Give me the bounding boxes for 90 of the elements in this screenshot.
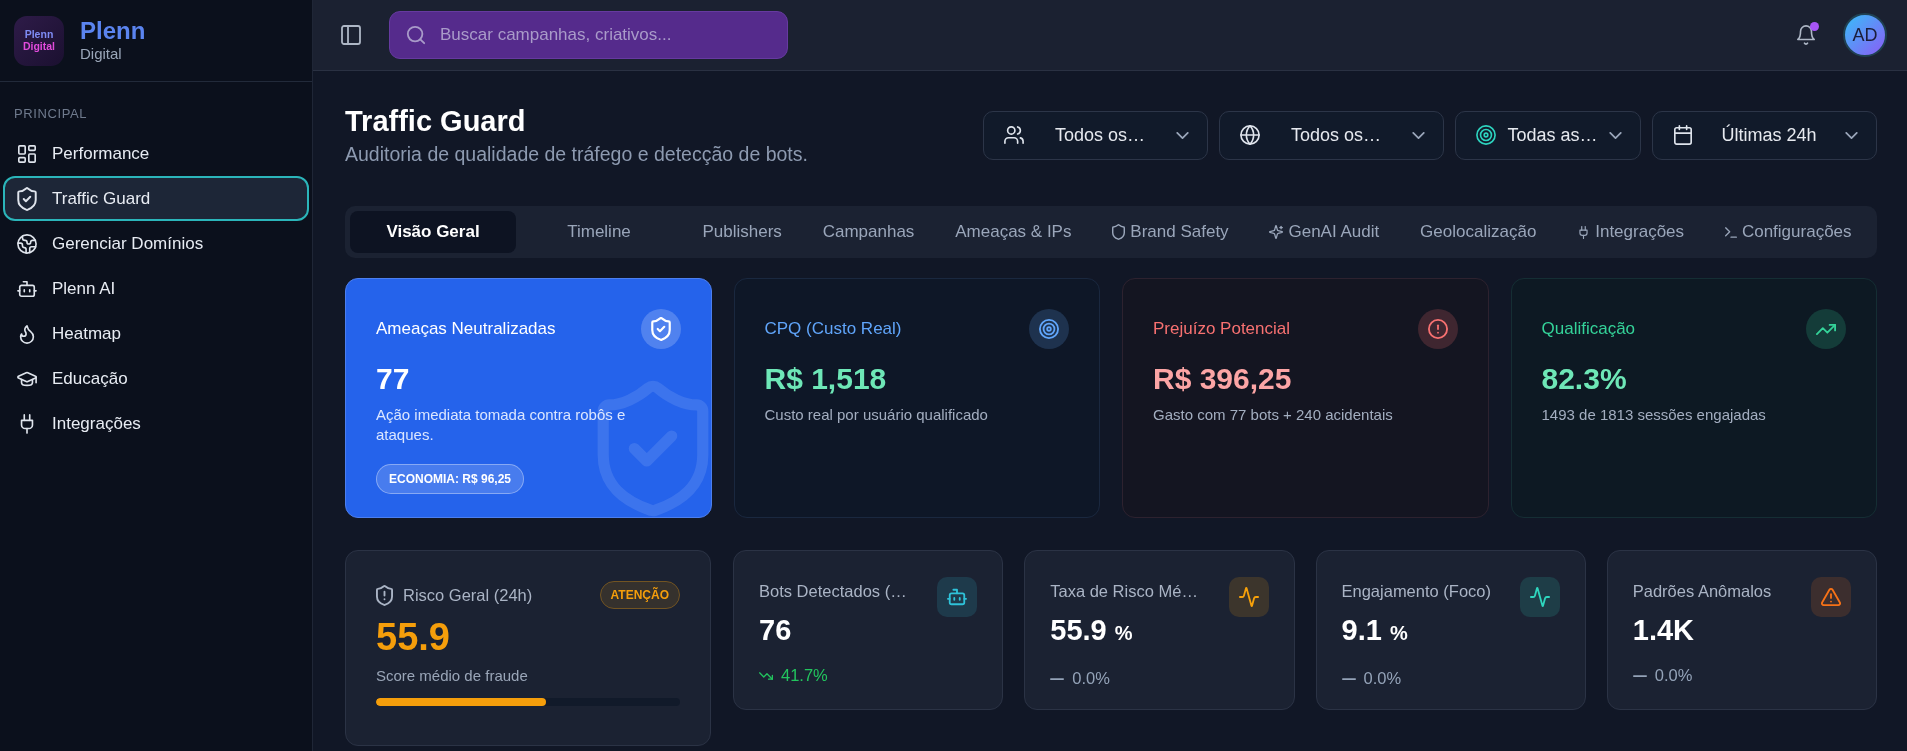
notifications-button[interactable] bbox=[1796, 25, 1816, 45]
card-title: Bots Detectados (… bbox=[759, 581, 907, 603]
tab[interactable]: Brand Safety bbox=[1091, 211, 1250, 254]
tab[interactable]: Visão Geral bbox=[350, 211, 516, 254]
brand-tagline: Digital bbox=[80, 44, 123, 63]
flame-icon bbox=[17, 323, 37, 344]
filter-dropdown[interactable]: Últimas 24h bbox=[1652, 110, 1877, 160]
risk-score: 55.9 bbox=[376, 615, 451, 660]
card-title: Padrões Anômalos bbox=[1632, 581, 1772, 603]
terminal-prompt-icon bbox=[1724, 226, 1737, 238]
tab[interactable]: Campanhas bbox=[802, 211, 935, 254]
page-title: Traffic Guard bbox=[345, 104, 527, 139]
card-value: 77 bbox=[376, 361, 411, 398]
section-label: PRINCIPAL bbox=[13, 105, 89, 123]
card-description: Ação imediata tomada contra robôs e ataques. bbox=[376, 405, 627, 446]
card-description: 1493 de 1813 sessões engajadas bbox=[1541, 405, 1767, 426]
globe-icon bbox=[1240, 125, 1260, 146]
card-value: R$ 1,518 bbox=[764, 361, 888, 398]
trending-up-icon bbox=[1806, 309, 1846, 350]
sidebar-item[interactable]: Integrações bbox=[3, 401, 309, 446]
tab[interactable]: Integrações bbox=[1556, 211, 1705, 254]
change-value: 0.0% bbox=[1654, 665, 1693, 687]
shield-alert-icon bbox=[376, 584, 393, 606]
sidebar-toggle-button[interactable] bbox=[340, 24, 362, 46]
card-description: Custo real por usuário qualificado bbox=[764, 405, 989, 426]
card-title: Qualificação bbox=[1541, 318, 1636, 341]
card-title: Taxa de Risco Mé… bbox=[1050, 581, 1198, 603]
sidebar-item[interactable]: Educação bbox=[3, 356, 309, 401]
sidebar-item[interactable]: Performance bbox=[3, 131, 309, 176]
search-icon bbox=[406, 25, 426, 45]
sparkle-icon bbox=[1269, 225, 1284, 240]
tab[interactable]: Timeline bbox=[516, 211, 682, 254]
chevron-down-icon bbox=[1845, 131, 1858, 139]
filter-dropdown[interactable]: Todos os… bbox=[1219, 110, 1444, 160]
tab[interactable]: GenAI Audit bbox=[1249, 211, 1400, 254]
tab[interactable]: Ameaças & IPs bbox=[934, 211, 1092, 254]
card-title: Prejuízo Potencial bbox=[1153, 318, 1291, 341]
target-icon bbox=[1476, 125, 1496, 146]
shield-icon bbox=[1112, 224, 1126, 241]
change-value: 41.7% bbox=[781, 665, 828, 687]
brand-name: Plenn bbox=[80, 18, 146, 45]
stat-value: 1.4K bbox=[1632, 613, 1694, 648]
user-avatar[interactable]: AD bbox=[1843, 13, 1887, 57]
trending-down-icon bbox=[759, 671, 773, 680]
card-title: CPQ (Custo Real) bbox=[764, 318, 902, 341]
tab[interactable]: Geolocalização bbox=[1399, 211, 1557, 254]
chevron-down-icon bbox=[1412, 131, 1425, 139]
card-title: Ameaças Neutralizadas bbox=[376, 318, 556, 341]
target-icon bbox=[1029, 309, 1069, 350]
plug-icon bbox=[1577, 225, 1591, 239]
chevron-down-icon bbox=[1609, 131, 1622, 139]
robot-icon bbox=[17, 278, 37, 299]
sidebar-item[interactable]: Gerenciar Domínios bbox=[3, 221, 309, 266]
tab[interactable]: Publishers bbox=[682, 211, 803, 254]
savings-tag: ECONOMIA: R$ 96,25 bbox=[376, 464, 525, 495]
card-value: R$ 396,25 bbox=[1153, 361, 1293, 398]
change-value: 0.0% bbox=[1363, 668, 1402, 690]
sidebar-panel-icon bbox=[340, 24, 362, 46]
dashboard-grid-icon bbox=[17, 143, 37, 164]
chevron-down-icon bbox=[1176, 131, 1189, 139]
sidebar-item[interactable]: Heatmap bbox=[3, 311, 309, 356]
logo-text: Plenn bbox=[24, 28, 54, 41]
calendar-icon bbox=[1673, 125, 1693, 146]
tab[interactable]: Configurações bbox=[1704, 211, 1872, 254]
logo-text: Digital bbox=[22, 40, 56, 53]
card-value: 82.3% bbox=[1541, 361, 1628, 398]
shield-check-icon bbox=[640, 309, 681, 350]
alert-circle-icon bbox=[1417, 309, 1458, 350]
sidebar-item[interactable]: Plenn AI bbox=[3, 266, 309, 311]
minus-icon bbox=[1341, 677, 1356, 680]
card-caption: Score médio de fraude bbox=[376, 666, 529, 687]
filter-dropdown[interactable]: Todos os… bbox=[983, 110, 1208, 160]
minus-icon bbox=[1050, 677, 1065, 680]
search-field[interactable]: Buscar campanhas, criativos... bbox=[389, 11, 788, 59]
minus-icon bbox=[1632, 674, 1647, 677]
users-icon bbox=[1004, 125, 1024, 146]
page-subtitle: Auditoria de qualidade de tráfego e detecção de bots. bbox=[345, 142, 808, 167]
status-tag: ATENÇÃO bbox=[599, 581, 680, 610]
globe-icon bbox=[17, 233, 37, 254]
shield-check-icon bbox=[17, 186, 37, 211]
card-title: Engajamento (Foco) bbox=[1341, 581, 1491, 603]
bell-icon bbox=[1796, 25, 1816, 45]
stat-value: 9.1 % bbox=[1341, 613, 1408, 649]
card-description: Gasto com 77 bots + 240 acidentais bbox=[1153, 405, 1394, 426]
card-title: Risco Geral (24h) bbox=[403, 584, 533, 606]
change-value: 0.0% bbox=[1072, 668, 1110, 690]
stat-value: 55.9 % bbox=[1050, 613, 1133, 649]
filter-dropdown[interactable]: Todas as… bbox=[1455, 110, 1641, 160]
stat-value: 76 bbox=[759, 613, 792, 648]
sidebar-item[interactable]: Traffic Guard bbox=[3, 176, 309, 221]
